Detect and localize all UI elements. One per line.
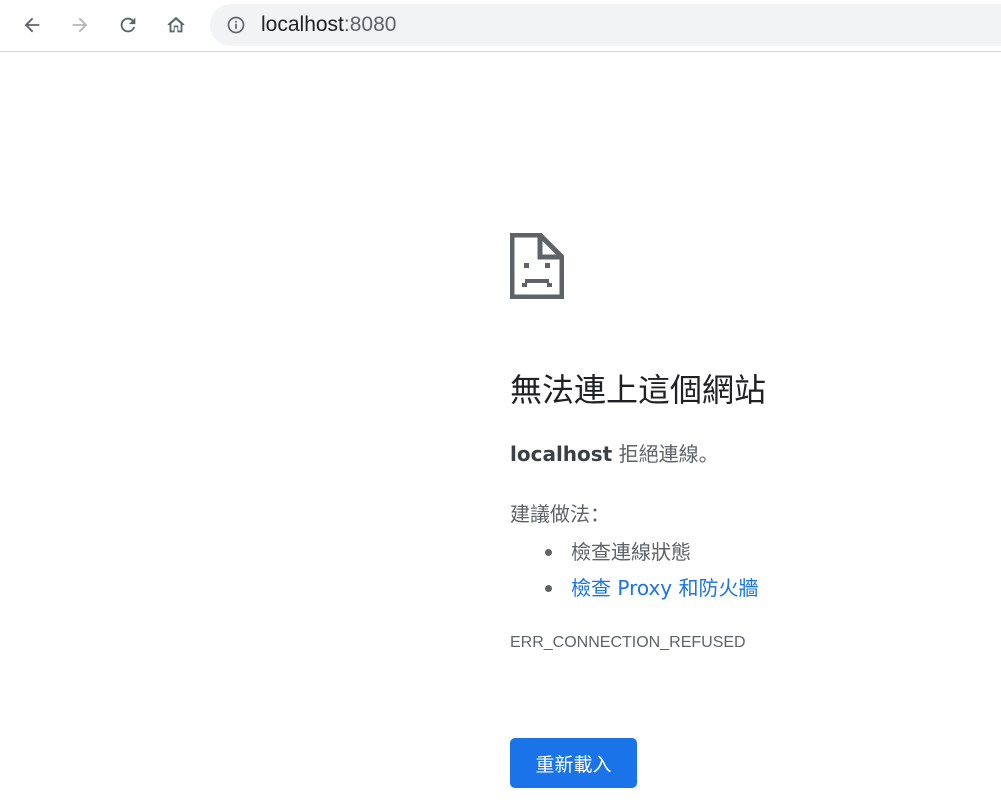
- arrow-right-icon: [72, 17, 88, 33]
- address-bar[interactable]: localhost:8080: [210, 4, 1001, 46]
- home-icon: [167, 16, 185, 33]
- bullet-icon: [545, 549, 552, 556]
- error-title: 無法連上這個網站: [510, 371, 767, 409]
- suggestion-check-proxy-link[interactable]: 檢查 Proxy 和防火牆: [571, 576, 759, 600]
- error-code: ERR_CONNECTION_REFUSED: [510, 634, 746, 651]
- error-host: localhost: [510, 442, 613, 466]
- arrow-left-icon: [24, 17, 40, 33]
- reload-button[interactable]: 重新載入: [510, 738, 637, 788]
- suggestion-item: 檢查連線狀態: [540, 534, 759, 570]
- forward-button[interactable]: [63, 8, 97, 42]
- sad-document-icon: [510, 233, 564, 299]
- reload-icon: [120, 17, 136, 33]
- reload-button-toolbar[interactable]: [111, 8, 145, 42]
- error-detail-message: 拒絕連線。: [612, 442, 719, 466]
- url-host: localhost: [261, 13, 344, 36]
- bullet-icon: [545, 585, 552, 592]
- browser-toolbar: localhost:8080: [0, 0, 1001, 52]
- suggestions-list: 檢查連線狀態 檢查 Proxy 和防火牆: [540, 534, 759, 606]
- info-circle-icon[interactable]: [226, 15, 246, 35]
- suggestion-item: 檢查 Proxy 和防火牆: [540, 570, 759, 606]
- suggestion-check-connection: 檢查連線狀態: [571, 540, 691, 564]
- home-button[interactable]: [159, 8, 193, 42]
- error-detail: localhost 拒絕連線。: [510, 440, 719, 468]
- back-button[interactable]: [15, 8, 49, 42]
- url-text[interactable]: localhost:8080: [261, 14, 396, 36]
- url-port: :8080: [343, 13, 397, 36]
- suggestions-title: 建議做法：: [510, 502, 610, 526]
